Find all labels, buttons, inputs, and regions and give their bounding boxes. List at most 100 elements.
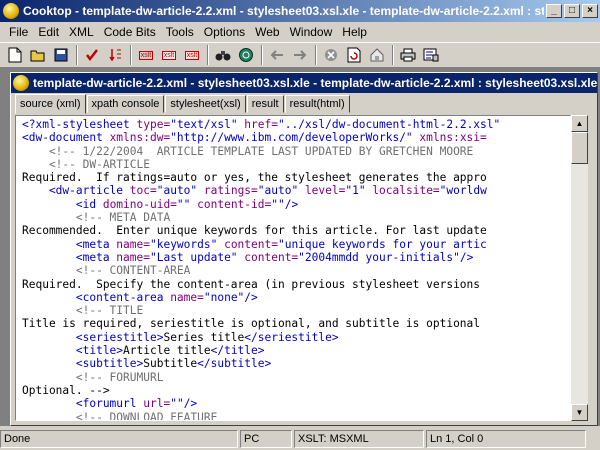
toolbar: xslt xslt xslt	[0, 42, 600, 68]
menu-options[interactable]: Options	[199, 25, 250, 39]
code-token: "text/xsl"	[170, 118, 245, 131]
code-token: ""	[271, 197, 285, 211]
code-token: Title is required, seriestitle is option…	[22, 317, 481, 331]
code-token: "2004mmdd your-initials"	[298, 250, 460, 264]
find-button[interactable]	[212, 44, 234, 66]
menu-bar: File Edit XML Code Bits Tools Options We…	[0, 22, 600, 42]
code-token: "unique keywords for your artic	[277, 237, 487, 251]
code-token: "http://www.ibm.com/developerWorks/"	[170, 131, 420, 145]
toolbar-separator	[76, 45, 78, 65]
code-token: />	[459, 250, 474, 264]
code-token: <forumurl	[22, 397, 144, 411]
xslt-result-icon: xslt	[184, 50, 200, 60]
code-token: <title>	[22, 344, 124, 358]
code-token: localsite=	[372, 184, 440, 198]
minimize-button[interactable]: _	[546, 4, 562, 18]
code-line: <!-- FORUMURL	[22, 371, 570, 384]
code-line: <title>Article title</title>	[22, 344, 570, 357]
browse-button[interactable]	[235, 44, 257, 66]
check-wellformed-button[interactable]	[81, 44, 103, 66]
open-file-button[interactable]	[27, 44, 49, 66]
window-controls: _ □ ×	[544, 4, 598, 18]
menu-window[interactable]: Window	[285, 25, 338, 39]
code-token: </seriestitle>	[244, 330, 339, 344]
toolbar-separator	[315, 45, 317, 65]
menu-web[interactable]: Web	[250, 25, 284, 39]
tab-stylesheet-xsl[interactable]: stylesheet(xsl)	[165, 95, 246, 113]
binoculars-icon	[215, 51, 231, 61]
code-token: "auto"	[257, 184, 305, 198]
code-line: <!-- CONTENT-AREA	[22, 264, 570, 277]
tab-xpath-console[interactable]: xpath console	[86, 95, 165, 113]
tab-source-xml[interactable]: source (xml)	[15, 94, 86, 114]
save-button[interactable]	[50, 44, 72, 66]
code-token: <dw-article	[22, 184, 130, 198]
code-token: Subtitle	[143, 357, 198, 371]
home-icon	[370, 48, 384, 62]
scroll-up-button[interactable]: ▲	[571, 115, 588, 132]
code-token: "../xsl/dw-document-html-2.2.xsl"	[277, 118, 501, 131]
menu-tools[interactable]: Tools	[161, 25, 199, 39]
new-file-button[interactable]	[4, 44, 26, 66]
status-encoding: PC	[240, 430, 292, 448]
validate-button[interactable]	[104, 44, 126, 66]
code-line: Required. Specify the content-area (in p…	[22, 278, 570, 291]
stop-icon	[325, 49, 337, 61]
code-token: "auto"	[156, 184, 204, 198]
code-token: Recommended. Enter unique keywords for t…	[22, 224, 487, 238]
code-line: <subtitle>Subtitle</subtitle>	[22, 357, 570, 370]
code-token: type=	[136, 118, 171, 131]
scroll-thumb[interactable]	[571, 132, 588, 164]
toolbar-separator	[207, 45, 209, 65]
arrow-right-icon	[294, 50, 307, 60]
close-button[interactable]: ×	[582, 4, 598, 18]
menu-help[interactable]: Help	[337, 25, 372, 39]
save-icon	[54, 48, 68, 62]
validate-arrows-icon	[109, 49, 121, 62]
code-token: Optional. -->	[22, 383, 110, 397]
code-token: content=	[224, 237, 278, 251]
toolbar-separator	[261, 45, 263, 65]
menu-code-bits[interactable]: Code Bits	[99, 25, 161, 39]
code-token: <!-- CONTENT-AREA	[22, 264, 191, 278]
checkmark-icon	[86, 49, 98, 62]
stop-button[interactable]	[320, 44, 342, 66]
status-xslt-engine: XSLT: MSXML	[294, 430, 424, 448]
menu-file[interactable]: File	[4, 25, 33, 39]
xslt-transform-file-button[interactable]: xslt	[158, 44, 180, 66]
refresh-button[interactable]	[343, 44, 365, 66]
code-line: <dw-article toc="auto" ratings="auto" le…	[22, 184, 570, 197]
tab-result[interactable]: result	[246, 95, 284, 113]
code-token: Required. Specify the content-area (in p…	[22, 277, 481, 291]
xslt-transform-result-button[interactable]: xslt	[181, 44, 203, 66]
menu-xml[interactable]: XML	[64, 25, 99, 39]
code-token: <content-area	[22, 290, 171, 304]
maximize-button[interactable]: □	[564, 4, 580, 18]
xml-source-editor[interactable]: <?xml-stylesheet type="text/xsl" href=".…	[15, 115, 571, 421]
tab-result-html[interactable]: result(html)	[284, 95, 350, 113]
code-token: "Last update"	[149, 250, 245, 264]
mdi-workspace: template-dw-article-2.2.xml - stylesheet…	[0, 68, 600, 426]
code-token: level=	[304, 184, 346, 198]
code-token: <meta	[22, 237, 117, 251]
properties-icon	[423, 48, 439, 62]
print-button[interactable]	[397, 44, 419, 66]
menu-edit[interactable]: Edit	[33, 25, 64, 39]
scroll-down-button[interactable]: ▼	[571, 404, 588, 421]
code-token: ratings=	[203, 184, 258, 198]
code-token: ""	[176, 197, 198, 211]
code-line: Optional. -->	[22, 384, 570, 397]
editor-vertical-scrollbar[interactable]: ▲ ▼	[571, 115, 588, 421]
toolbar-separator	[130, 45, 132, 65]
window-title: Cooktop - template-dw-article-2.2.xml - …	[23, 4, 544, 18]
code-token: toc=	[129, 184, 157, 198]
code-token: </subtitle>	[197, 357, 272, 371]
forward-button[interactable]	[289, 44, 311, 66]
code-token: <!-- META DATA	[22, 211, 171, 225]
xslt-transform-button[interactable]: xslt	[135, 44, 157, 66]
home-button[interactable]	[366, 44, 388, 66]
properties-button[interactable]	[420, 44, 442, 66]
code-line: <!-- DOWNLOAD FEATURE	[22, 411, 570, 420]
back-button[interactable]	[266, 44, 288, 66]
arrow-left-icon	[270, 50, 283, 60]
